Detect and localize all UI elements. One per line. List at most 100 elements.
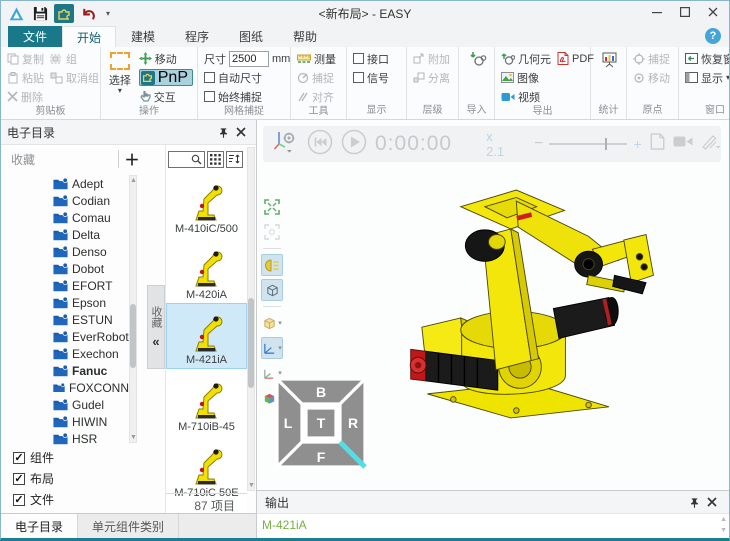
catalog-tree-item[interactable]: FOXCONN — [1, 379, 129, 396]
grid-size-input[interactable] — [229, 51, 269, 67]
catalog-tree-item[interactable]: Gudel — [1, 396, 129, 413]
import-button[interactable] — [469, 50, 487, 68]
grid-view-button[interactable] — [207, 151, 224, 168]
pnp-button[interactable]: PnP — [139, 69, 193, 86]
catalog-tree-item[interactable]: Exechon — [1, 345, 129, 362]
restore-window-button[interactable]: 恢复窗口 — [685, 50, 730, 67]
origin-move-button[interactable]: 移动 — [633, 69, 670, 86]
catalog-tree-item[interactable]: Fanuc — [1, 362, 129, 379]
cube-label-right[interactable]: R — [348, 415, 358, 431]
search-input[interactable] — [168, 151, 205, 168]
scroll-up-icon[interactable]: ▲ — [130, 177, 136, 184]
catalog-tree-item[interactable]: EFORT — [1, 277, 129, 294]
zoom-fit-all-button[interactable] — [261, 196, 283, 218]
rewind-button[interactable] — [307, 129, 333, 160]
ribbon-tab[interactable]: 程序 — [170, 26, 224, 47]
world-frame-button[interactable]: ▾ — [261, 337, 283, 359]
filter-checkbox[interactable]: 文件 — [13, 491, 54, 508]
component-list-item[interactable]: M-710iC 50E — [166, 435, 247, 501]
ribbon-tab[interactable]: 开始 — [62, 26, 116, 47]
sort-button[interactable] — [226, 151, 243, 168]
play-button[interactable] — [341, 129, 367, 160]
panel-tab[interactable]: 单元组件类别 — [78, 514, 179, 539]
cube-label-front[interactable]: F — [317, 449, 326, 465]
undo-button[interactable] — [78, 4, 98, 23]
ungroup-button[interactable]: 取消组 — [50, 69, 99, 86]
robot-model[interactable] — [407, 178, 659, 435]
cube-label-left[interactable]: L — [284, 415, 293, 431]
catalog-tree-item[interactable]: Adept — [1, 175, 129, 192]
catalog-tree-item[interactable]: Comau — [1, 209, 129, 226]
speed-slider[interactable]: − + — [534, 135, 642, 153]
minimize-button[interactable] — [643, 1, 671, 23]
attach-button[interactable]: 附加 — [413, 50, 450, 67]
align-button[interactable]: 对齐 — [297, 88, 336, 105]
measure-button[interactable]: 测量 — [297, 50, 336, 67]
catalog-tree-item[interactable]: Denso — [1, 243, 129, 260]
tree-scrollbar[interactable]: ▲ ▼ — [129, 175, 137, 443]
catalog-tree-item[interactable]: Epson — [1, 294, 129, 311]
ribbon-tab[interactable]: 图纸 — [224, 26, 278, 47]
minus-icon[interactable]: − — [534, 135, 543, 153]
scroll-down-icon[interactable]: ▼ — [130, 434, 136, 441]
component-list-item[interactable]: M-421iA — [166, 303, 247, 369]
export-pdf-view-icon[interactable] — [650, 133, 665, 155]
close-icon[interactable] — [703, 493, 721, 511]
catalog-tree-item[interactable]: EverRobot — [1, 328, 129, 345]
scrollbar-thumb[interactable] — [248, 298, 254, 388]
tab-file[interactable]: 文件 — [8, 26, 62, 47]
delete-button[interactable]: 删除 — [7, 88, 44, 105]
catalog-tree-item[interactable]: Delta — [1, 226, 129, 243]
stats-button[interactable] — [601, 50, 619, 68]
close-icon[interactable] — [232, 123, 250, 141]
export-pdf-button[interactable]: PDF — [557, 50, 594, 67]
pnp-quick-button[interactable] — [54, 4, 74, 23]
ribbon-tab[interactable]: 帮助 — [278, 26, 332, 47]
cube-label-back[interactable]: B — [316, 384, 326, 400]
view-cube[interactable]: B L T R F — [271, 373, 371, 478]
scroll-down-icon[interactable]: ▼ — [248, 482, 254, 489]
catalog-tree-item[interactable]: ESTUN — [1, 311, 129, 328]
record-video-icon[interactable] — [673, 135, 693, 153]
origin-snap-button[interactable]: 捕捉 — [633, 50, 670, 67]
catalog-tree-item[interactable]: Dobot — [1, 260, 129, 277]
solid-view-button[interactable]: ▾ — [261, 312, 283, 334]
pin-icon[interactable] — [214, 123, 232, 141]
panel-tab[interactable]: 电子目录 — [1, 514, 78, 539]
group-button[interactable]: 组 — [50, 50, 99, 67]
scroll-up-icon[interactable]: ▲ — [720, 516, 727, 523]
viewport-3d[interactable]: 0:00:00 x 2.1 − + — [257, 120, 729, 490]
plus-icon[interactable]: + — [633, 136, 641, 152]
scroll-down-icon[interactable]: ▼ — [720, 527, 727, 534]
component-list-item[interactable]: M-710iB-45 — [166, 369, 247, 435]
export-image-button[interactable]: 图像 — [501, 69, 551, 86]
slider-handle[interactable] — [605, 138, 607, 150]
move-button[interactable]: 移动 — [139, 50, 193, 67]
component-list-item[interactable]: M-410iC/500 — [166, 171, 247, 237]
interface-checkbox[interactable]: 接口 — [353, 50, 389, 67]
show-window-button[interactable]: 显示 ▾ — [685, 69, 730, 86]
signal-checkbox[interactable]: 信号 — [353, 69, 389, 86]
always-snap-checkbox[interactable]: 始终捕捉 — [204, 88, 290, 105]
annotate-pen-icon[interactable] — [701, 134, 721, 155]
interact-button[interactable]: 交互 — [139, 88, 193, 105]
close-button[interactable] — [699, 1, 727, 23]
save-button[interactable] — [30, 4, 50, 23]
copy-button[interactable]: 复制 — [7, 50, 44, 67]
filter-checkbox[interactable]: 组件 — [13, 449, 54, 466]
snap-button[interactable]: 捕捉 — [297, 69, 336, 86]
catalog-tree-item[interactable]: Codian — [1, 192, 129, 209]
maximize-button[interactable] — [671, 1, 699, 23]
detach-button[interactable]: 分离 — [413, 69, 450, 86]
orientation-gizmo-icon[interactable] — [273, 130, 299, 159]
help-button[interactable]: ? — [705, 28, 721, 44]
paste-button[interactable]: 粘贴 — [7, 69, 44, 86]
list-scrollbar[interactable]: ▼ — [247, 147, 255, 491]
filter-checkbox[interactable]: 布局 — [13, 470, 54, 487]
zoom-fit-selected-button[interactable] — [261, 221, 283, 243]
cube-label-top[interactable]: T — [317, 415, 326, 431]
export-video-button[interactable]: 视频 — [501, 88, 551, 105]
add-favorite-button[interactable]: ＋ — [119, 149, 145, 170]
headlight-toggle-button[interactable] — [261, 254, 283, 276]
pin-icon[interactable] — [685, 493, 703, 511]
